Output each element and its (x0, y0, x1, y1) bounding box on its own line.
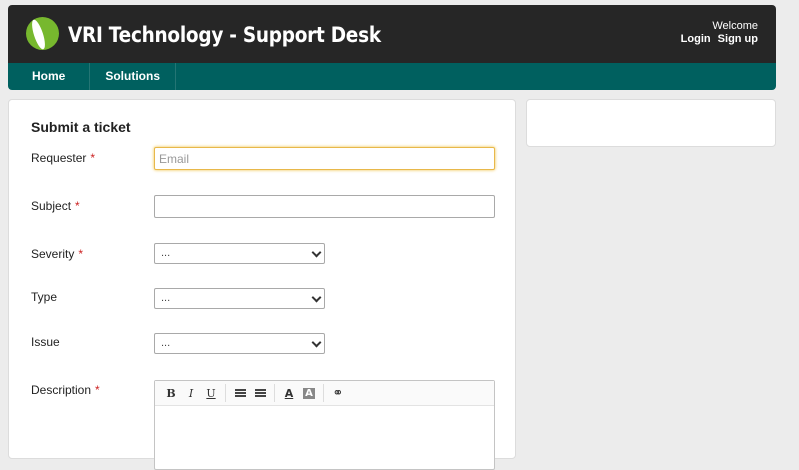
type-select[interactable]: ... (154, 288, 325, 309)
welcome-text: Welcome (712, 20, 758, 32)
subject-input[interactable] (154, 195, 495, 218)
issue-label-text: Issue (31, 335, 60, 349)
required-mark: * (95, 383, 100, 397)
bold-icon[interactable]: B (161, 383, 181, 403)
link-icon[interactable]: ⚭ (328, 383, 348, 403)
type-label: Type (31, 290, 57, 304)
issue-select[interactable]: ... (154, 333, 325, 354)
editor-toolbar: B I U A A ⚭ (155, 381, 494, 406)
form-title: Submit a ticket (31, 119, 131, 135)
nav-home[interactable]: Home (8, 63, 91, 90)
chevron-down-icon (311, 292, 322, 303)
type-selected: ... (161, 292, 171, 304)
font-color-icon[interactable]: A (279, 383, 299, 403)
required-mark: * (78, 247, 84, 261)
nav-bar: Home Solutions (8, 63, 776, 90)
toolbar-divider (225, 384, 226, 402)
ticket-form-panel: Submit a ticket Requester* Subject* Seve… (8, 99, 516, 470)
subject-label: Subject * (31, 199, 80, 213)
description-label-text: Description (31, 383, 92, 397)
underline-icon[interactable]: U (201, 383, 221, 403)
nav-solutions[interactable]: Solutions (90, 63, 177, 90)
site-title: VRI Technology - Support Desk (68, 23, 381, 47)
required-mark: * (90, 151, 96, 165)
logo-icon[interactable] (26, 17, 59, 50)
description-editor[interactable]: B I U A A ⚭ (154, 380, 495, 470)
severity-select[interactable]: ... (154, 243, 325, 264)
requester-email-input[interactable] (154, 147, 495, 170)
severity-selected: ... (161, 247, 171, 259)
header-bar: VRI Technology - Support Desk Welcome Lo… (8, 5, 776, 63)
toolbar-divider (274, 384, 275, 402)
italic-icon[interactable]: I (181, 383, 201, 403)
login-link[interactable]: Login (681, 33, 711, 45)
required-mark: * (75, 199, 80, 213)
user-box: Welcome Login Sign up (677, 20, 758, 45)
issue-label: Issue (31, 335, 60, 349)
severity-label-text: Severity (31, 247, 75, 261)
toolbar-divider (323, 384, 324, 402)
background-color-icon[interactable]: A (299, 383, 319, 403)
chevron-down-icon (311, 247, 322, 258)
issue-selected: ... (161, 337, 171, 349)
type-label-text: Type (31, 290, 58, 304)
requester-label: Requester * (31, 151, 95, 165)
description-label: Description * (31, 383, 100, 397)
severity-label: Severity * (31, 247, 83, 261)
side-panel (526, 99, 776, 147)
signup-link[interactable]: Sign up (718, 33, 758, 45)
chevron-down-icon (311, 337, 322, 348)
subject-label-text: Subject (31, 199, 72, 213)
numbered-list-icon[interactable] (250, 383, 270, 403)
bulleted-list-icon[interactable] (230, 383, 250, 403)
requester-label-text: Requester (31, 151, 87, 165)
